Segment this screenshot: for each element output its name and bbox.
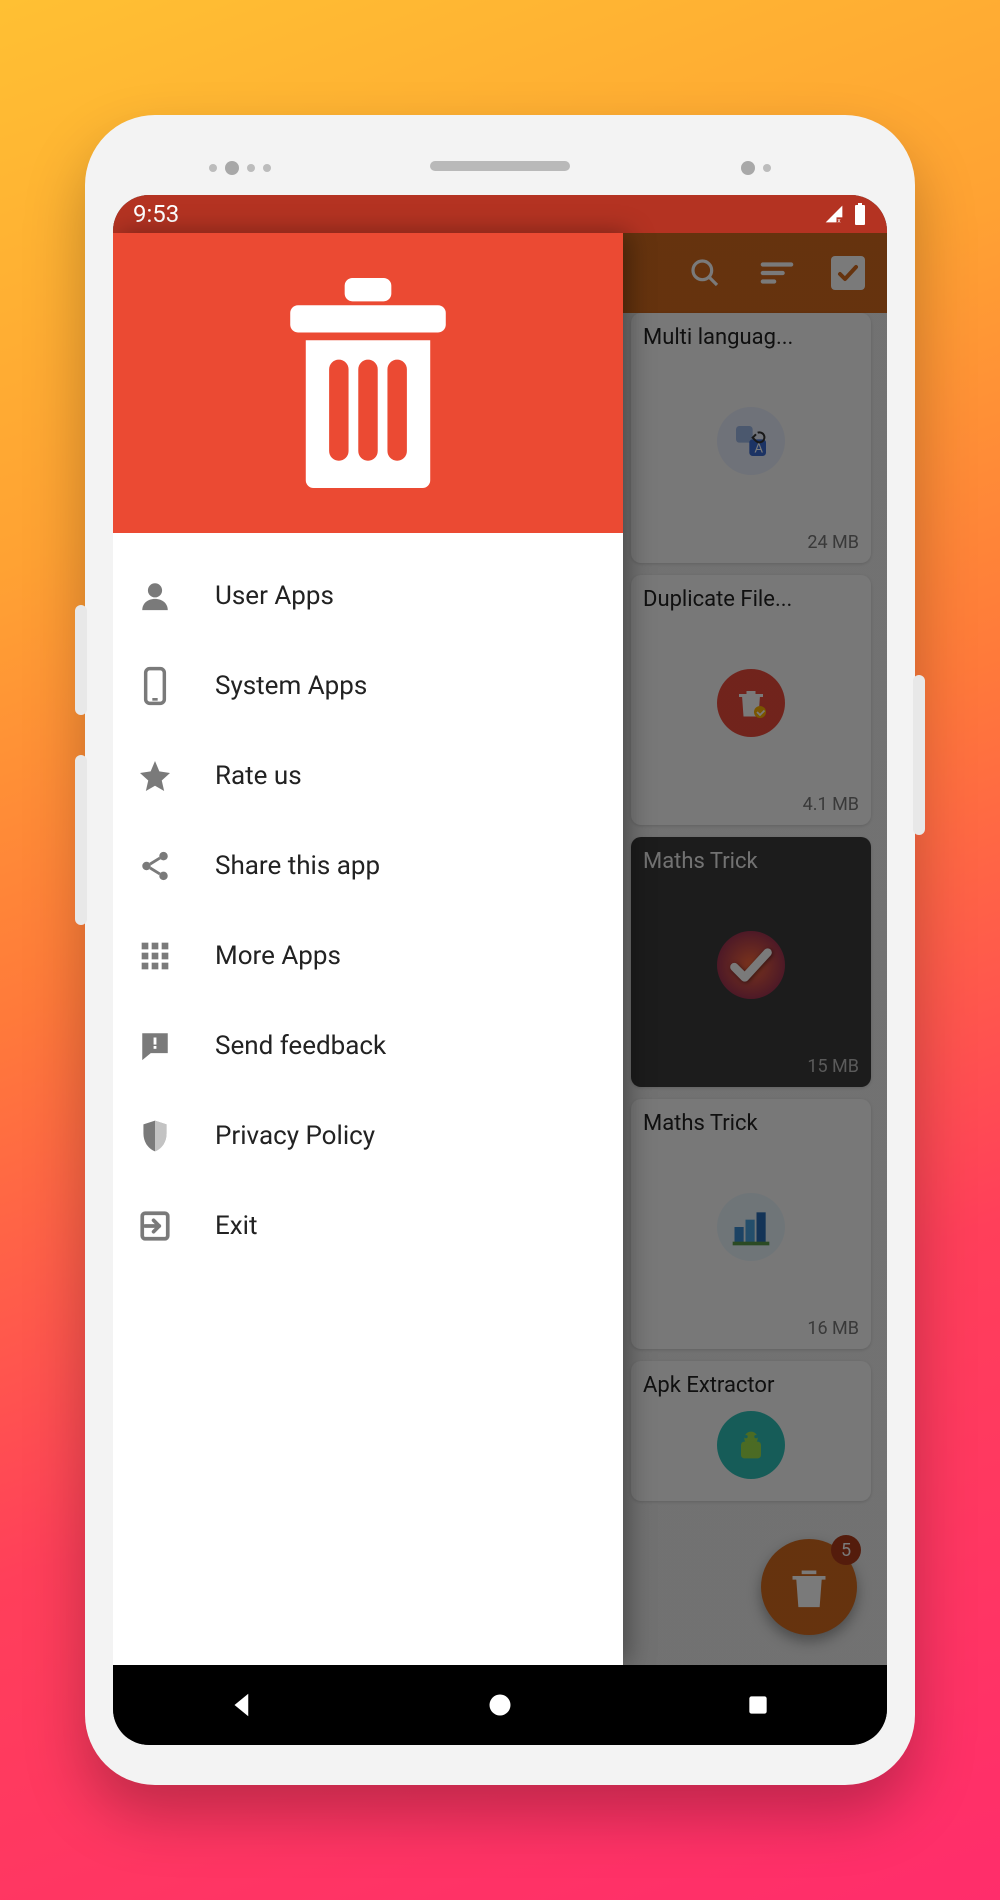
nav-home-button[interactable] bbox=[480, 1685, 520, 1725]
shield-icon bbox=[135, 1116, 175, 1156]
drawer-item-exit[interactable]: Exit bbox=[113, 1181, 623, 1271]
nav-recents-button[interactable] bbox=[738, 1685, 778, 1725]
feedback-icon bbox=[135, 1026, 175, 1066]
drawer-item-user-apps[interactable]: User Apps bbox=[113, 551, 623, 641]
star-icon bbox=[135, 756, 175, 796]
drawer-item-system-apps[interactable]: System Apps bbox=[113, 641, 623, 731]
power-button bbox=[913, 675, 925, 835]
volume-down-button bbox=[75, 755, 87, 925]
device-screen: 9:53 x bbox=[113, 195, 887, 1745]
volume-up-button bbox=[75, 605, 87, 715]
sensor-dots-right bbox=[737, 157, 775, 176]
statusbar-right: x bbox=[823, 203, 867, 225]
statusbar: 9:53 x bbox=[113, 195, 887, 233]
drawer-item-label: Exit bbox=[215, 1211, 258, 1241]
nav-drawer: User Apps System Apps Rate us bbox=[113, 233, 623, 1665]
phone-icon bbox=[135, 666, 175, 706]
app-content: 9:53 x bbox=[113, 195, 887, 1745]
drawer-item-label: Send feedback bbox=[215, 1031, 386, 1061]
drawer-item-label: User Apps bbox=[215, 581, 334, 611]
drawer-item-more-apps[interactable]: More Apps bbox=[113, 911, 623, 1001]
drawer-item-share[interactable]: Share this app bbox=[113, 821, 623, 911]
trash-icon bbox=[273, 278, 463, 488]
drawer-item-label: Share this app bbox=[215, 851, 380, 881]
drawer-header bbox=[113, 233, 623, 533]
drawer-item-label: More Apps bbox=[215, 941, 341, 971]
person-icon bbox=[135, 576, 175, 616]
system-navbar bbox=[113, 1665, 887, 1745]
drawer-item-feedback[interactable]: Send feedback bbox=[113, 1001, 623, 1091]
exit-icon bbox=[135, 1206, 175, 1246]
drawer-item-privacy[interactable]: Privacy Policy bbox=[113, 1091, 623, 1181]
battery-icon bbox=[853, 203, 867, 225]
signal-icon: x bbox=[823, 204, 845, 224]
speaker-slot bbox=[430, 161, 570, 171]
drawer-item-label: Privacy Policy bbox=[215, 1121, 375, 1151]
nav-back-button[interactable] bbox=[222, 1685, 262, 1725]
grid-icon bbox=[135, 936, 175, 976]
device-frame: 9:53 x bbox=[85, 115, 915, 1785]
drawer-item-rate-us[interactable]: Rate us bbox=[113, 731, 623, 821]
sensor-dots-left bbox=[205, 157, 275, 176]
drawer-item-label: System Apps bbox=[215, 671, 367, 701]
drawer-item-label: Rate us bbox=[215, 761, 302, 791]
drawer-list: User Apps System Apps Rate us bbox=[113, 533, 623, 1271]
share-icon bbox=[135, 846, 175, 886]
statusbar-time: 9:53 bbox=[133, 200, 179, 228]
